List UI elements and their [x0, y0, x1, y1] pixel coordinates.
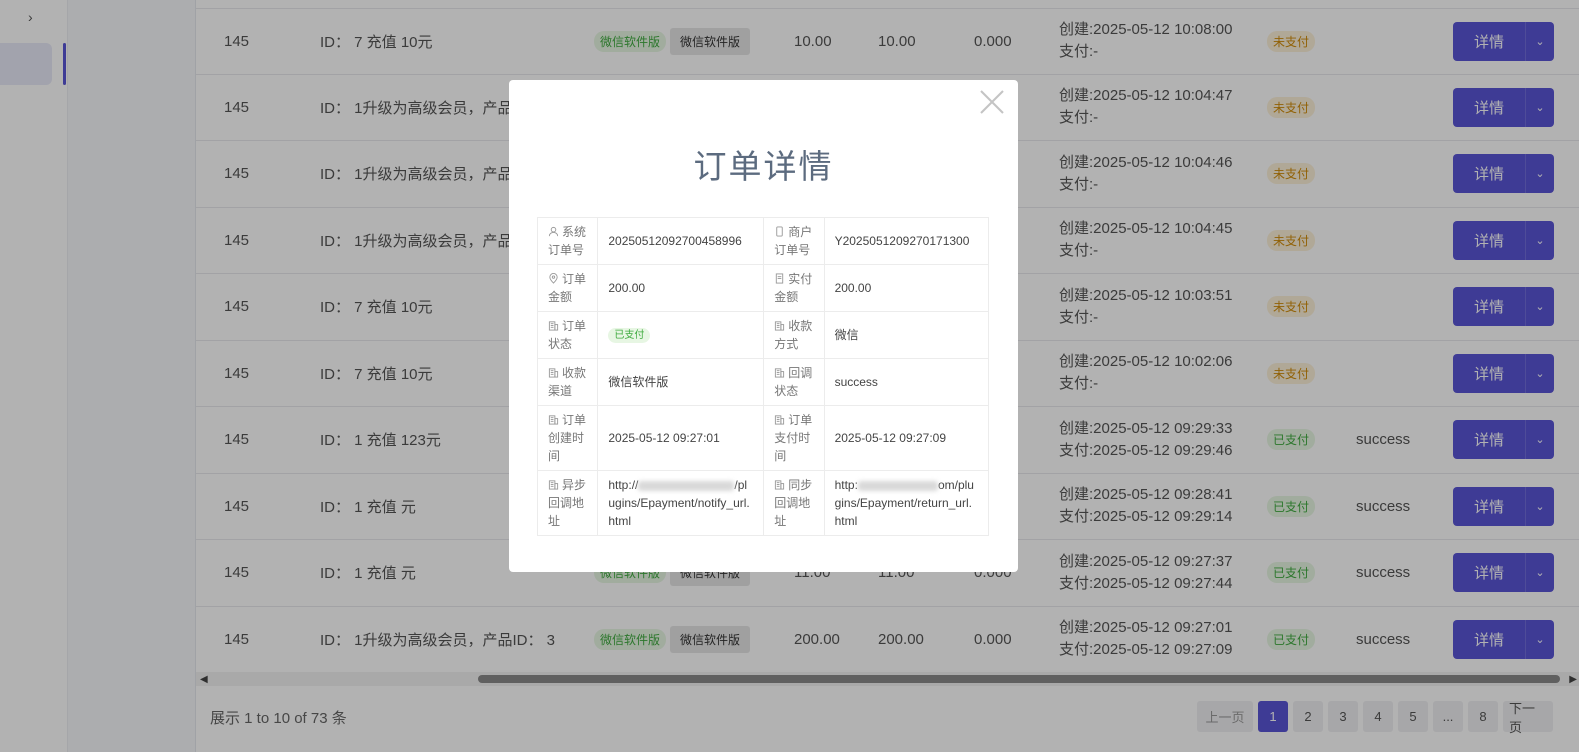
detail-value-cell: 已支付 — [597, 311, 765, 359]
detail-row: 系统订单号 20250512092700458996 商户订单号 Y202505… — [536, 217, 990, 265]
detail-value-cell: http: om/plugins/Epayment/return_url.html — [823, 470, 990, 536]
building-icon — [775, 415, 785, 425]
detail-value: Y20250512092701713​00 — [834, 234, 970, 248]
detail-value-cell: 微信软件版 — [597, 358, 765, 406]
detail-value-cell: 2025-05-12 09:27:09 — [823, 405, 990, 471]
building-icon — [548, 368, 559, 378]
detail-row: 异步回调地址 http:///plugins/Epayment/notify_u… — [536, 470, 990, 536]
detail-key: 订单状态 — [536, 311, 599, 359]
notify-url-prefix: http:// — [608, 478, 639, 492]
redacted-domain — [857, 480, 938, 491]
order-status-badge: 已支付 — [608, 328, 651, 343]
detail-key: 系统订单号 — [536, 217, 599, 265]
detail-value-cell: success — [823, 358, 990, 406]
detail-row: 订单状态 已支付 收款方式 微信 — [536, 311, 990, 359]
redacted-domain — [638, 480, 735, 491]
close-icon[interactable] — [978, 88, 1006, 116]
order-detail-modal: 订单详情 系统订单号 20250512092700458996 商户订单号 Y2… — [509, 80, 1018, 572]
detail-value: 2025-05-12 09:27:09 — [834, 431, 947, 445]
phone-icon — [776, 226, 783, 237]
detail-value-cell: 2025-05-12 09:27:01 — [597, 405, 765, 471]
detail-key: 实付金额 — [763, 264, 825, 312]
modal-title: 订单详情 — [693, 148, 834, 185]
detail-key: 订单创建时间 — [536, 405, 599, 471]
detail-key: 回调状态 — [763, 358, 825, 406]
document-icon — [776, 273, 784, 284]
detail-value-cell: Y20250512092701713​00 — [823, 217, 990, 265]
detail-row: 收款渠道 微信软件版 回调状态 success — [536, 358, 990, 406]
building-icon — [775, 321, 785, 331]
detail-key: 订单金额 — [536, 264, 599, 312]
detail-value-cell: 微信 — [823, 311, 990, 359]
building-icon — [548, 321, 559, 331]
detail-value: 2025-05-12 09:27:01 — [608, 431, 720, 445]
order-detail-table: 系统订单号 20250512092700458996 商户订单号 Y202505… — [536, 217, 990, 536]
detail-value: 200.00 — [834, 281, 872, 295]
detail-value: 200.00 — [608, 281, 646, 295]
building-icon — [775, 368, 785, 378]
detail-value-cell: 20250512092700458996 — [597, 217, 765, 265]
detail-value-cell: 200.00 — [823, 264, 990, 312]
detail-key: 收款方式 — [763, 311, 825, 359]
detail-row: 订单金额 200.00 实付金额 200.00 — [536, 264, 990, 312]
detail-value-cell: 200.00 — [597, 264, 765, 312]
detail-key: 商户订单号 — [763, 217, 825, 265]
user-icon — [548, 226, 559, 237]
building-icon — [775, 480, 785, 490]
detail-value: success — [834, 375, 878, 389]
building-icon — [548, 480, 559, 490]
building-icon — [548, 415, 559, 425]
location-icon — [549, 273, 558, 284]
detail-key: 同步回调地址 — [763, 470, 825, 536]
return-url-prefix: http: — [834, 478, 858, 492]
detail-key: 订单支付时间 — [763, 405, 825, 471]
detail-value: 微信 — [834, 328, 859, 342]
detail-key: 异步回调地址 — [536, 470, 599, 536]
detail-value: 微信软件版 — [608, 375, 669, 389]
detail-row: 订单创建时间 2025-05-12 09:27:01 订单支付时间 2025-0… — [536, 405, 990, 471]
detail-value: 20250512092700458996 — [608, 234, 742, 248]
detail-value-cell: http:///plugins/Epayment/notify_url.html — [597, 470, 765, 536]
detail-key: 收款渠道 — [536, 358, 599, 406]
